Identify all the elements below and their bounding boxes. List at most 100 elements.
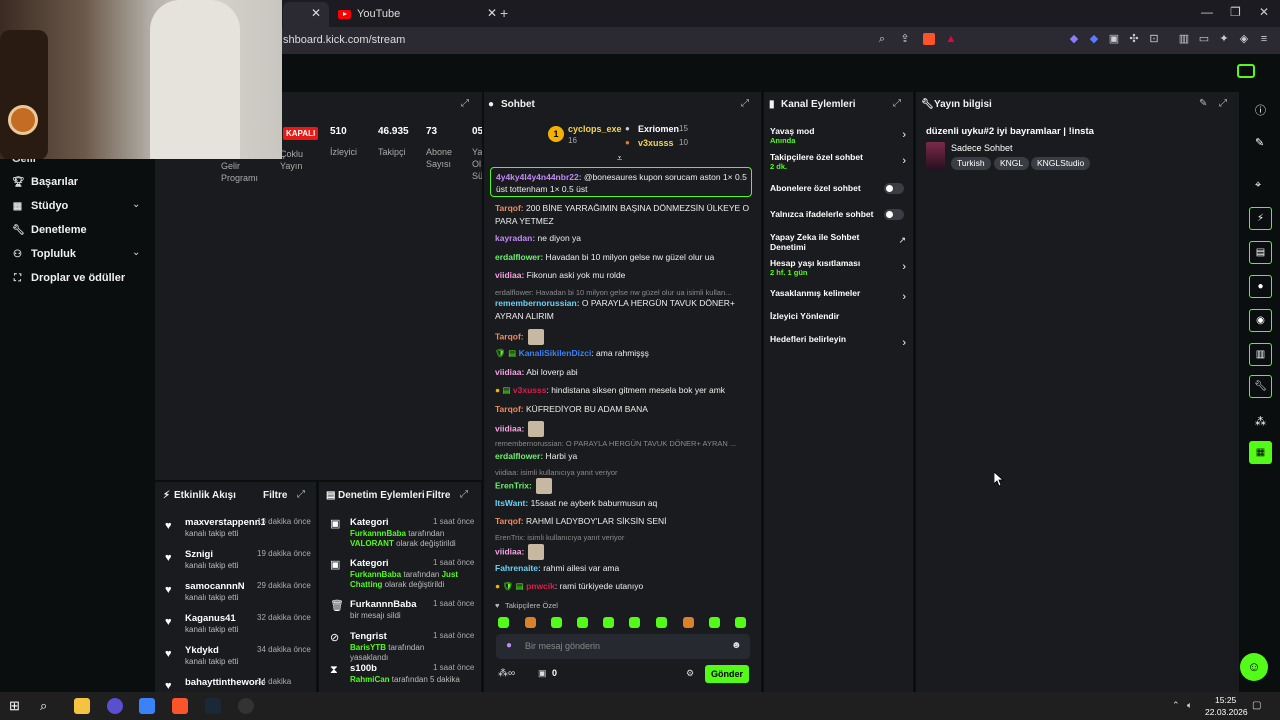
popout-icon[interactable]: ⤢ bbox=[893, 98, 901, 109]
chat-message[interactable]: kayradan: ne diyon ya bbox=[495, 232, 750, 245]
channel-action-item[interactable]: Abonelere özel sohbet bbox=[770, 183, 910, 194]
tag-chip[interactable]: KNGLStudio bbox=[1031, 157, 1091, 170]
screenshot-icon[interactable]: ⊡ bbox=[1148, 33, 1160, 45]
leaderboard-first-name[interactable]: cyclops_exe bbox=[568, 124, 622, 134]
toggle-switch[interactable] bbox=[884, 183, 904, 194]
chat-message[interactable]: erdalflower: Havadan bi 10 milyon gelse … bbox=[495, 251, 750, 264]
chat-username[interactable]: erdalflower: bbox=[495, 252, 543, 262]
chat-username[interactable]: KanaliSikilenDizci bbox=[519, 348, 592, 358]
activity-username[interactable]: Sznigi bbox=[185, 549, 265, 560]
chat-username[interactable]: viidiaa: bbox=[495, 423, 524, 433]
chat-username[interactable]: erdalflower: bbox=[495, 451, 543, 461]
chat-input[interactable]: ● Bir mesaj gönderin ☻ bbox=[496, 634, 750, 659]
mic-icon[interactable]: ● bbox=[506, 640, 512, 651]
activity-filter-button[interactable]: Filtre bbox=[263, 490, 287, 501]
group-icon[interactable]: ⁂ bbox=[1255, 415, 1266, 428]
chat-message[interactable]: 🛡︎ ▤ KanaliSikilenDizci: ama rahmişşş bbox=[495, 347, 750, 360]
app-icon[interactable] bbox=[139, 698, 155, 714]
chat-username[interactable]: Tarqof: bbox=[495, 404, 524, 414]
quick-action-chat[interactable]: ● bbox=[1249, 275, 1272, 298]
activity-username[interactable]: Ykdykd bbox=[185, 645, 265, 656]
rewards-icon[interactable]: ▲ bbox=[945, 33, 957, 45]
popout-icon[interactable]: ⤢ bbox=[460, 489, 468, 500]
extension-icon[interactable]: ◆ bbox=[1088, 33, 1100, 45]
url-field[interactable]: shboard.kick.com/stream bbox=[283, 34, 405, 46]
leaderboard-second-name[interactable]: Exriomen bbox=[638, 124, 679, 134]
channel-action-item[interactable]: Yalnızca ifadelerle sohbet bbox=[770, 209, 910, 220]
chat-message[interactable]: Tarqof: bbox=[495, 329, 750, 345]
pinned-username[interactable]: 4y4ky4l4y4n44nbr22: bbox=[496, 172, 582, 182]
channel-action-item[interactable]: İzleyici Yönlendir bbox=[770, 311, 910, 321]
brave-shield-icon[interactable] bbox=[923, 33, 935, 45]
tab-youtube[interactable]: YouTube bbox=[332, 2, 497, 26]
chat-message[interactable]: erdalflower: Harbi ya bbox=[495, 450, 750, 463]
chat-message[interactable]: viidiaa: Fikonun aski yok mu rolde bbox=[495, 269, 750, 282]
nav-item-community[interactable]: ⚇ Topluluk bbox=[12, 248, 76, 260]
focus-icon[interactable]: ⌖ bbox=[1255, 179, 1261, 192]
nav-item-studio[interactable]: ▦ Stüdyo bbox=[12, 200, 69, 212]
chevron-right-icon[interactable]: › bbox=[902, 291, 906, 303]
activity-username[interactable]: samocannnN bbox=[185, 581, 265, 592]
reply-context[interactable]: erdalflower: Havadan bi 10 milyon gelse … bbox=[495, 288, 750, 297]
chevron-right-icon[interactable]: › bbox=[902, 129, 906, 141]
chat-username[interactable]: Fahrenaite: bbox=[495, 563, 541, 573]
chat-username[interactable]: remembernorussian: bbox=[495, 298, 580, 308]
edit-icon[interactable]: ✎ bbox=[1199, 98, 1207, 109]
chat-message[interactable]: Fahrenaite: rahmi ailesi var ama bbox=[495, 562, 750, 575]
activity-username[interactable]: Kaganus41 bbox=[185, 613, 265, 624]
chat-message[interactable]: remembernorussian: O PARAYLA HERGÜN TAVU… bbox=[495, 297, 750, 322]
chat-username[interactable]: viidiaa: bbox=[495, 270, 524, 280]
category-name[interactable]: Sadece Sohbet bbox=[951, 143, 1013, 153]
channel-action-item[interactable]: Yapay Zeka ile Sohbet Denetimi ↗ bbox=[770, 232, 910, 252]
chat-message[interactable]: ● ▤ v3xusss: hindistana siksen gitmem me… bbox=[495, 384, 750, 397]
mod-action-user[interactable]: RahmiCan bbox=[350, 675, 390, 684]
tag-chip[interactable]: KNGL bbox=[994, 157, 1030, 170]
chat-username[interactable]: ErenTrix: bbox=[495, 480, 532, 490]
emote-icon[interactable] bbox=[656, 617, 667, 628]
chat-message[interactable]: Tarqof: KÜFREDİYOR BU ADAM BANA bbox=[495, 403, 750, 416]
wallet-icon[interactable]: ▭ bbox=[1198, 33, 1210, 45]
quick-action-wrench[interactable]: 🔧︎ bbox=[1249, 375, 1272, 398]
mod-action-user[interactable]: FurkannBaba bbox=[350, 570, 401, 579]
quick-action-clip[interactable]: ▦ bbox=[1249, 441, 1272, 464]
channel-action-item[interactable]: Takipçilere özel sohbet 2 dk. › bbox=[770, 152, 910, 171]
emote-icon[interactable] bbox=[603, 617, 614, 628]
menu-icon[interactable]: ≡ bbox=[1258, 33, 1270, 45]
window-close-icon[interactable]: ✕ bbox=[1259, 5, 1269, 19]
restore-icon[interactable]: ❐ bbox=[1230, 5, 1241, 19]
popout-icon[interactable]: ⤢ bbox=[297, 489, 305, 500]
extensions-puzzle-icon[interactable]: ✣ bbox=[1128, 33, 1140, 45]
channel-action-item[interactable]: Hedefleri belirleyin › bbox=[770, 334, 910, 349]
info-icon[interactable]: ⓘ bbox=[1255, 102, 1266, 118]
emote-icon[interactable] bbox=[683, 617, 694, 628]
reply-context[interactable]: viidiaa: isimli kullanıcıya yanıt veriyo… bbox=[495, 468, 750, 477]
tab-close-icon[interactable]: ✕ bbox=[487, 6, 497, 20]
extension-icon[interactable]: ▣ bbox=[1108, 33, 1120, 45]
channel-action-item[interactable]: Yavaş mod Anında › bbox=[770, 126, 910, 145]
tab-kick-dashboard[interactable] bbox=[283, 2, 329, 27]
toggle-switch[interactable] bbox=[884, 209, 904, 220]
chat-username[interactable]: kayradan: bbox=[495, 233, 535, 243]
windows-start-icon[interactable]: ⊞ bbox=[9, 698, 20, 714]
mod-filter-button[interactable]: Filtre bbox=[426, 490, 450, 501]
chevron-right-icon[interactable]: › bbox=[902, 155, 906, 167]
chat-username[interactable]: ItsWant: bbox=[495, 498, 528, 508]
vpn-icon[interactable]: ◈ bbox=[1238, 33, 1250, 45]
emote-icon[interactable] bbox=[629, 617, 640, 628]
popout-icon[interactable]: ⤢ bbox=[461, 98, 469, 109]
app-icon[interactable] bbox=[107, 698, 123, 714]
search-icon[interactable]: ⌕ bbox=[40, 698, 47, 714]
emote-icon[interactable] bbox=[735, 617, 746, 628]
kick-logo-icon[interactable] bbox=[1237, 64, 1255, 78]
emote-icon[interactable] bbox=[525, 617, 536, 628]
share-icon[interactable]: ⇪ bbox=[899, 33, 911, 45]
chevron-right-icon[interactable]: › bbox=[902, 261, 906, 273]
emote-icon[interactable] bbox=[498, 617, 509, 628]
brave-icon[interactable] bbox=[172, 698, 188, 714]
volume-icon[interactable]: 🔈︎ bbox=[1187, 700, 1192, 711]
notifications-icon[interactable]: ▢ bbox=[1252, 700, 1261, 711]
minimize-icon[interactable]: — bbox=[1201, 5, 1213, 19]
activity-username[interactable]: maxverstappenn1 bbox=[185, 517, 265, 528]
popout-icon[interactable]: ⤢ bbox=[741, 98, 749, 109]
new-tab-icon[interactable]: + bbox=[500, 5, 508, 21]
